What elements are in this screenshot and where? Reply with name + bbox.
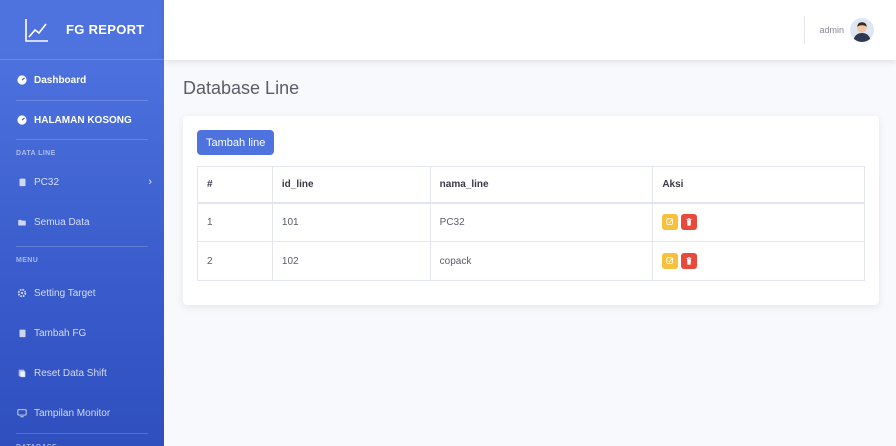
cell-nama-line: copack bbox=[429, 241, 654, 281]
sidebar-item-semua-data[interactable]: Semua Data bbox=[0, 198, 164, 246]
sidebar-item-label: HALAMAN KOSONG bbox=[34, 114, 132, 126]
sidebar-item-tambah-fg[interactable]: Tambah FG bbox=[0, 313, 164, 353]
column-header-id-line: id_line bbox=[271, 166, 431, 204]
sidebar-item-label: Setting Target bbox=[34, 287, 96, 299]
sidebar-item-setting-target[interactable]: Setting Target bbox=[0, 273, 164, 313]
sidebar-item-label: Tampilan Monitor bbox=[34, 407, 111, 419]
cell-id-line: 101 bbox=[271, 202, 431, 242]
sidebar-item-label: Semua Data bbox=[34, 216, 90, 228]
desktop-icon bbox=[16, 407, 28, 419]
sidebar-item-halaman-kosong[interactable]: HALAMAN KOSONG bbox=[0, 101, 164, 139]
edit-button[interactable] bbox=[662, 214, 679, 231]
cell-number: 1 bbox=[197, 202, 273, 242]
sidebar-item-label: PC32 bbox=[34, 176, 60, 188]
trash-icon bbox=[686, 218, 692, 226]
sidebar-heading-menu: MENU bbox=[16, 256, 39, 264]
edit-icon bbox=[666, 218, 674, 226]
refresh-icon bbox=[16, 367, 28, 379]
chart-line-icon bbox=[25, 18, 48, 42]
sidebar-item-pc32[interactable]: PC32 › bbox=[0, 166, 164, 198]
sidebar-heading-database: DATABASE bbox=[0, 434, 164, 446]
clipboard-icon bbox=[16, 176, 28, 188]
cell-actions bbox=[652, 241, 865, 281]
table-header-row: # id_line nama_line Aksi bbox=[197, 166, 865, 204]
tachometer-icon bbox=[16, 74, 28, 86]
content-card: Tambah line # id_line nama_line Aksi 1 1… bbox=[183, 116, 879, 305]
cell-actions bbox=[652, 202, 865, 242]
delete-button[interactable] bbox=[681, 253, 698, 269]
edit-icon bbox=[666, 257, 674, 264]
chevron-right-icon: › bbox=[148, 176, 152, 188]
column-header-number: # bbox=[197, 166, 273, 204]
edit-button[interactable] bbox=[662, 253, 679, 269]
delete-button[interactable] bbox=[681, 214, 698, 231]
gears-icon bbox=[16, 287, 28, 299]
table-row: 2 102 copack bbox=[197, 241, 865, 281]
line-table: # id_line nama_line Aksi 1 101 PC32 2 10… bbox=[197, 166, 865, 281]
trash-icon bbox=[686, 257, 692, 265]
brand-title: FG REPORT bbox=[66, 22, 145, 37]
username: admin bbox=[819, 25, 844, 35]
user-dropdown[interactable]: admin bbox=[819, 18, 874, 42]
sidebar-item-label: Tambah FG bbox=[34, 327, 87, 339]
sidebar-item-label: Dashboard bbox=[34, 74, 87, 86]
topbar-divider bbox=[804, 16, 805, 44]
table-row: 1 101 PC32 bbox=[197, 202, 865, 242]
sidebar: FG REPORT Dashboard HALAMAN KOSONG DATA … bbox=[0, 0, 164, 446]
clipboard-icon bbox=[16, 327, 28, 339]
cell-id-line: 102 bbox=[271, 241, 431, 281]
sidebar-item-tampilan-monitor[interactable]: Tampilan Monitor bbox=[0, 393, 164, 433]
sidebar-item-dashboard[interactable]: Dashboard bbox=[0, 60, 164, 100]
sidebar-item-reset-data-shift[interactable]: Reset Data Shift bbox=[0, 353, 164, 393]
topbar: admin bbox=[164, 0, 896, 60]
sidebar-item-label: Reset Data Shift bbox=[34, 367, 107, 379]
add-line-button[interactable]: Tambah line bbox=[197, 130, 275, 155]
sidebar-brand[interactable]: FG REPORT bbox=[0, 0, 164, 60]
column-header-nama-line: nama_line bbox=[429, 166, 654, 204]
page-title: Database Line bbox=[183, 78, 300, 98]
cell-number: 2 bbox=[197, 241, 273, 281]
column-header-aksi: Aksi bbox=[652, 166, 865, 204]
cell-nama-line: PC32 bbox=[429, 202, 654, 242]
folder-icon bbox=[16, 216, 28, 228]
tachometer-icon bbox=[16, 114, 28, 126]
avatar bbox=[850, 18, 874, 42]
sidebar-heading-data-line: DATA LINE bbox=[16, 149, 56, 157]
